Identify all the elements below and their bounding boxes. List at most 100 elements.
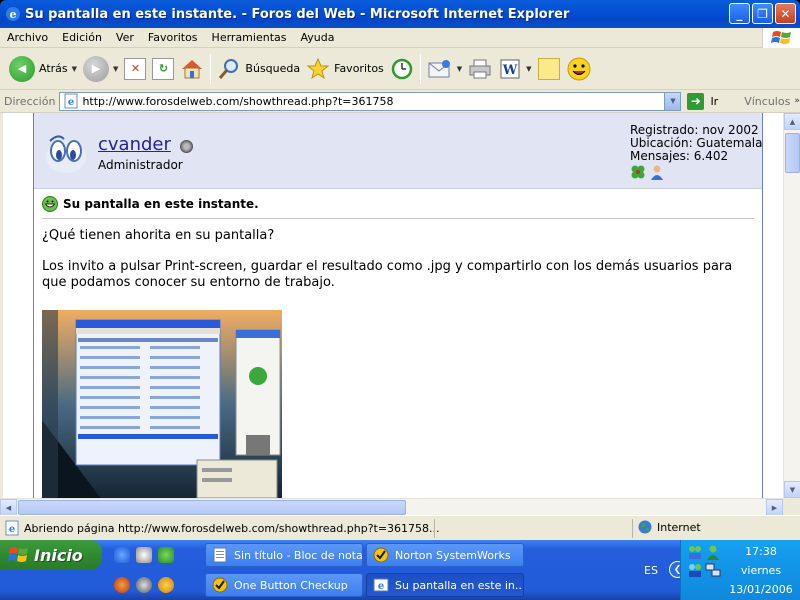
menu-favoritos[interactable]: Favoritos	[141, 31, 205, 44]
reputation-icon[interactable]	[630, 164, 646, 180]
svg-text:e: e	[9, 524, 15, 535]
mail-button[interactable]: ▼	[424, 51, 465, 87]
ie-quicklaunch-icon[interactable]	[114, 547, 130, 563]
language-indicator[interactable]: ES	[644, 564, 658, 577]
windows-flag-icon	[8, 547, 28, 562]
horizontal-scroll-thumb[interactable]	[18, 500, 406, 515]
start-button[interactable]: Inicio	[0, 540, 102, 570]
menu-ayuda[interactable]: Ayuda	[293, 31, 341, 44]
player-quicklaunch-icon[interactable]	[158, 577, 174, 593]
post-title-text: Su pantalla en este instante.	[63, 197, 259, 211]
history-button[interactable]	[387, 51, 417, 87]
title-bar[interactable]: e Su pantalla en este instante. - Foros …	[0, 0, 800, 28]
forward-arrow-icon: ▶	[83, 55, 110, 82]
menu-archivo[interactable]: Archivo	[0, 31, 55, 44]
task-label: One Button Checkup	[234, 578, 348, 592]
favorites-button[interactable]: Favoritos	[303, 51, 387, 87]
firefox-quicklaunch-icon[interactable]	[114, 577, 130, 593]
menu-bar: Archivo Edición Ver Favoritos Herramient…	[0, 28, 800, 48]
norton-icon	[373, 547, 389, 563]
address-dropdown-icon[interactable]: ▼	[664, 92, 681, 110]
go-button[interactable]: ➜ Ir	[687, 92, 719, 110]
scroll-left-button[interactable]: ◀	[0, 499, 17, 516]
links-chevron-icon[interactable]: »	[794, 96, 800, 106]
maximize-button[interactable]: ❐	[752, 3, 773, 24]
forward-button[interactable]: ▶ ▼	[80, 51, 121, 87]
user-profile-icon[interactable]	[649, 164, 665, 180]
vertical-scrollbar[interactable]: ▲ ▼	[783, 113, 800, 498]
menu-edicion[interactable]: Edición	[55, 31, 109, 44]
disk-quicklaunch-icon[interactable]	[136, 577, 152, 593]
note-icon	[537, 57, 560, 80]
clock-time[interactable]: 17:38	[721, 545, 800, 558]
scroll-up-button[interactable]: ▲	[784, 113, 800, 130]
system-tray: 17:38 viernes 13/01/2006	[680, 540, 800, 600]
svg-text:e: e	[68, 97, 74, 108]
messenger-tray-icon[interactable]	[705, 544, 721, 560]
network-connection-icon[interactable]	[705, 562, 721, 578]
toolbar: ◀ Atrás ▼ ▶ ▼ ✕ ↻ Búsqueda Favoritos ▼ W…	[0, 48, 800, 90]
close-button[interactable]: ✕	[775, 3, 796, 24]
edit-word-button[interactable]: W ▼	[495, 51, 534, 87]
mail-dropdown-icon[interactable]: ▼	[457, 65, 462, 73]
search-button[interactable]: Búsqueda	[214, 51, 303, 87]
attached-screenshot-image[interactable]	[42, 310, 282, 498]
edit-dropdown-icon[interactable]: ▼	[526, 65, 531, 73]
ie-task-icon: e	[373, 578, 389, 592]
task-norton[interactable]: Norton SystemWorks	[366, 543, 524, 567]
stop-button[interactable]: ✕	[121, 51, 149, 87]
scroll-down-button[interactable]: ▼	[784, 481, 800, 498]
discuss-button[interactable]	[535, 51, 563, 87]
post-paragraph: Los invito a pulsar Print-screen, guarda…	[42, 259, 733, 290]
menu-ver[interactable]: Ver	[109, 31, 141, 44]
print-button[interactable]	[465, 51, 495, 87]
messenger-quicklaunch-icon[interactable]	[158, 547, 174, 563]
address-input[interactable]: e http://www.forosdelweb.com/showthread.…	[59, 91, 682, 111]
user-messages: Mensajes: 6.402	[630, 149, 729, 163]
scrollbar-corner	[783, 498, 800, 515]
user-title: Administrador	[98, 158, 183, 172]
stop-icon: ✕	[124, 57, 147, 80]
address-url[interactable]: http://www.forosdelweb.com/showthread.ph…	[82, 95, 664, 108]
network-users-icon[interactable]	[687, 544, 703, 560]
user-badges	[630, 164, 665, 180]
refresh-icon: ↻	[152, 57, 175, 80]
links-label[interactable]: Vínculos	[744, 95, 790, 108]
toolbar-separator	[419, 53, 421, 84]
users-tray-icon[interactable]	[687, 562, 703, 578]
menu-herramientas[interactable]: Herramientas	[205, 31, 294, 44]
svg-text:W: W	[502, 63, 518, 78]
task-internet-explorer[interactable]: e Su pantalla en este in...	[366, 573, 524, 597]
screenshot-thumbnail	[42, 310, 282, 498]
back-dropdown-icon[interactable]: ▼	[72, 65, 77, 73]
post-title: Su pantalla en este instante.	[42, 196, 259, 212]
minimize-button[interactable]: _	[729, 3, 750, 24]
status-divider	[632, 519, 633, 538]
refresh-button[interactable]: ↻	[149, 51, 177, 87]
page-viewport: cvander Administrador Registrado: nov 20…	[0, 113, 800, 498]
address-label: Dirección	[4, 94, 56, 108]
back-label: Atrás	[39, 62, 68, 75]
status-text: Abriendo página http://www.forosdelweb.c…	[24, 521, 440, 535]
task-one-button-checkup[interactable]: One Button Checkup	[205, 573, 363, 597]
home-icon	[182, 59, 203, 78]
back-button[interactable]: ◀ Atrás ▼	[6, 51, 80, 87]
grin-icon	[42, 196, 58, 212]
star-icon	[306, 57, 330, 79]
forward-dropdown-icon[interactable]: ▼	[113, 65, 118, 73]
task-label: Sin título - Bloc de notas	[234, 548, 363, 562]
clock-day: viernes	[740, 564, 782, 577]
go-label: Ir	[710, 94, 719, 108]
username-link[interactable]: cvander	[98, 134, 171, 155]
horizontal-scrollbar[interactable]: ◀ ▶	[0, 498, 783, 516]
task-notepad[interactable]: Sin título - Bloc de notas	[205, 543, 363, 567]
messenger-button[interactable]	[563, 51, 595, 87]
scroll-right-button[interactable]: ▶	[766, 499, 783, 516]
home-button[interactable]	[177, 51, 207, 87]
media-quicklaunch-icon[interactable]	[136, 547, 152, 563]
window-title: Su pantalla en este instante. - Foros de…	[25, 6, 570, 22]
checkup-icon	[212, 577, 228, 593]
vertical-scroll-thumb[interactable]	[785, 133, 800, 173]
forum-post: cvander Administrador Registrado: nov 20…	[33, 113, 763, 498]
clock-date: 13/01/2006	[729, 583, 793, 596]
